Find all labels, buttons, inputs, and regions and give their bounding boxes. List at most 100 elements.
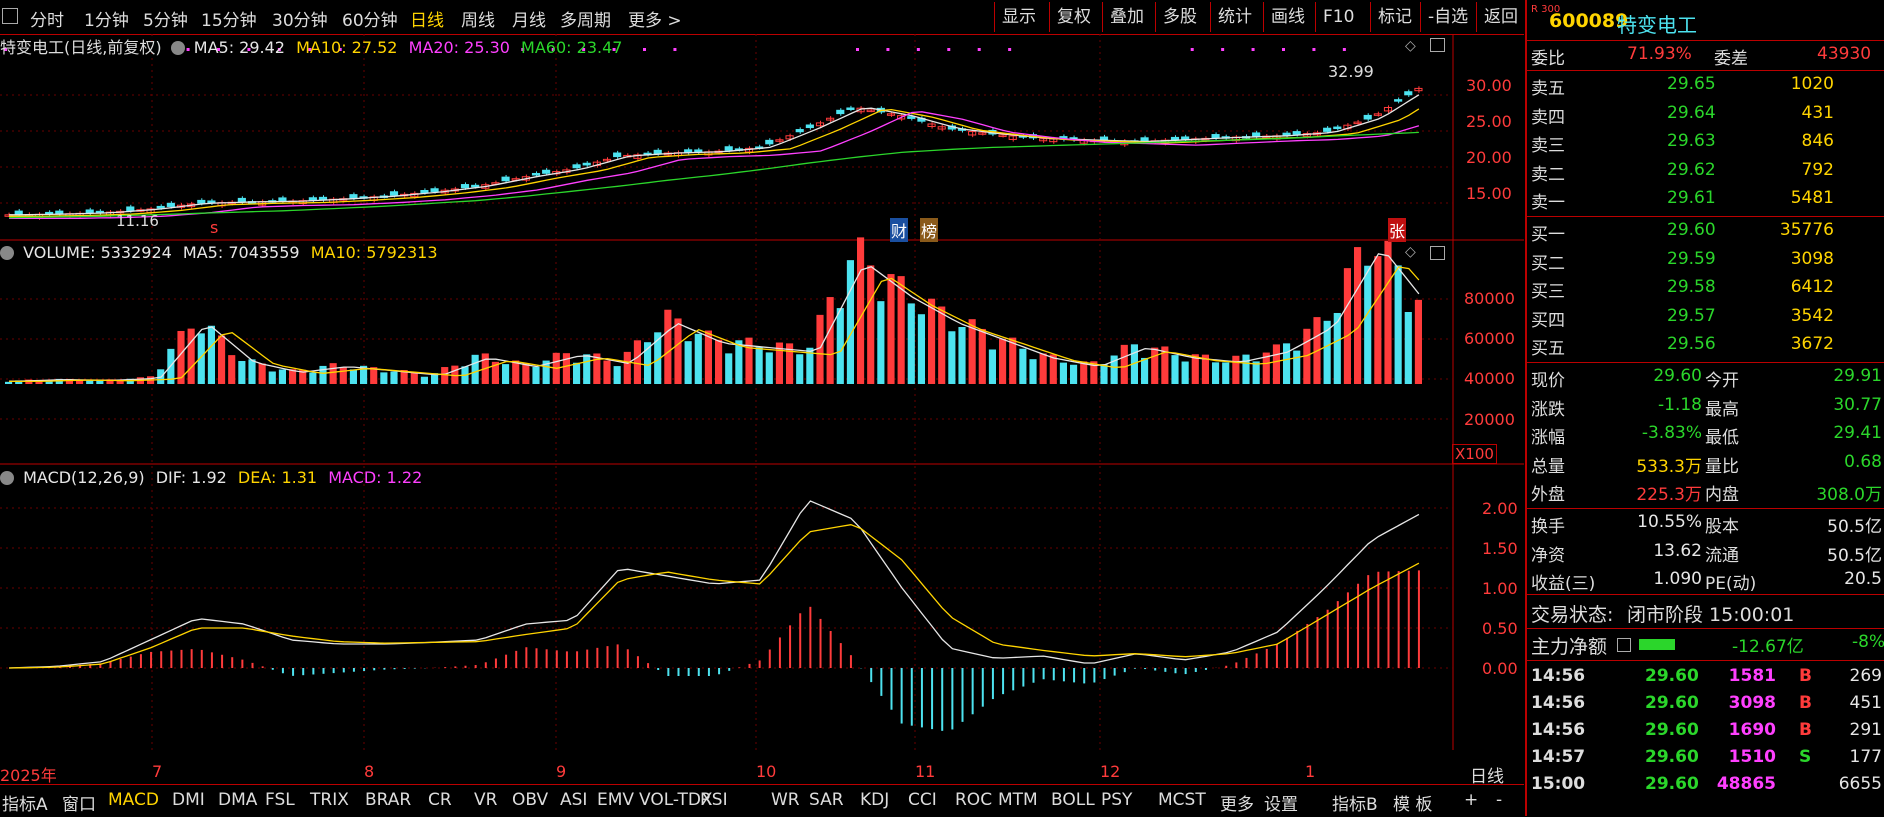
stat-label: 换手 <box>1531 517 1565 537</box>
period-tab-4[interactable]: 30分钟 <box>272 6 328 31</box>
indicator-tab-17[interactable]: KDJ <box>860 790 889 810</box>
toolbar-button-9[interactable]: 返回 <box>1476 2 1525 32</box>
volume-bar <box>583 354 591 384</box>
indicator-tab-22[interactable]: PSY <box>1101 790 1132 810</box>
volume-bar <box>207 325 215 384</box>
menu-toggle-icon[interactable] <box>2 8 18 24</box>
period-tab-0[interactable]: 分时 <box>30 6 64 31</box>
volume-bar <box>512 360 520 384</box>
indicator-tab-16[interactable]: SAR <box>809 790 844 810</box>
indicator-tab-12[interactable]: EMV <box>597 790 634 810</box>
stat-value: 13.62 <box>1653 540 1702 561</box>
indicator-tab-25[interactable]: 设置 <box>1264 790 1298 815</box>
toolbar-button-8[interactable]: -自选 <box>1420 2 1475 32</box>
toolbar-button-6[interactable]: F10 <box>1315 2 1361 32</box>
diamond-icon[interactable]: ◇ <box>1405 244 1416 260</box>
volume-bar <box>704 330 712 384</box>
tick-count: 177 <box>1849 747 1882 767</box>
indicator-tab-18[interactable]: CCI <box>908 790 937 810</box>
indicator-tab-4[interactable]: DMA <box>218 790 257 810</box>
trade-status-label: 交易状态: <box>1531 604 1614 626</box>
candle-body <box>531 172 541 176</box>
level-label: 买一 <box>1531 225 1565 245</box>
indicator-tab-26[interactable]: 指标B <box>1332 790 1378 815</box>
signal-dot <box>1251 48 1255 51</box>
volume-bar <box>420 376 428 384</box>
indicator-tab-15[interactable]: WR <box>771 790 800 810</box>
indicator-tab-23[interactable]: MCST <box>1158 790 1206 810</box>
volume-bar <box>725 353 733 384</box>
period-tab-10[interactable]: 更多 > <box>628 6 682 31</box>
toolbar-button-4[interactable]: 统计 <box>1210 2 1259 32</box>
indicator-tab-5[interactable]: FSL <box>265 790 295 810</box>
indicator-tab-20[interactable]: MTM <box>998 790 1038 810</box>
tick-side: B <box>1799 720 1812 740</box>
indicator-tab-24[interactable]: 更多 <box>1220 790 1254 815</box>
settings-dropdown-icon[interactable] <box>0 246 14 260</box>
indicator-tab-9[interactable]: VR <box>474 790 497 810</box>
limit-up-marker[interactable]: 张 <box>1388 218 1407 242</box>
low-price-label: 11.16 <box>116 212 159 230</box>
settings-dropdown-icon[interactable] <box>170 41 185 55</box>
toolbar-button-5[interactable]: 画线 <box>1263 2 1312 32</box>
level-price: 29.60 <box>1667 220 1716 240</box>
indicator-tab-10[interactable]: OBV <box>512 790 548 810</box>
stock-name[interactable]: 特变电工 <box>1617 9 1697 38</box>
volume-bar <box>1212 362 1220 384</box>
indicator-tab-1[interactable]: 窗口 <box>62 790 96 815</box>
toolbar-button-2[interactable]: 叠加 <box>1102 2 1151 32</box>
candle-body <box>1404 91 1413 96</box>
period-tab-7[interactable]: 周线 <box>461 6 495 31</box>
volume-bar <box>715 339 723 384</box>
volume-bar <box>1171 355 1179 384</box>
stat-label: 量比 <box>1705 456 1739 477</box>
period-tab-8[interactable]: 月线 <box>512 6 546 31</box>
indicator-tab-19[interactable]: ROC <box>955 790 992 810</box>
list-marker[interactable]: 榜 <box>920 218 939 242</box>
volume-bar <box>562 353 570 384</box>
indicator-tab-27[interactable]: 模 板 <box>1393 790 1432 815</box>
toolbar-button-1[interactable]: 复权 <box>1049 2 1098 32</box>
level-label: 卖五 <box>1531 79 1565 99</box>
stat-value: 29.60 <box>1653 366 1702 386</box>
macd-axis-label: 0.00 <box>1482 659 1518 678</box>
stat-value: 20.5 <box>1844 569 1882 589</box>
indicator-tab-2[interactable]: MACD <box>108 790 159 810</box>
candle-body <box>542 169 551 174</box>
indicator-tab-29[interactable]: - <box>1496 790 1502 810</box>
indicator-tab-6[interactable]: TRIX <box>310 790 349 810</box>
period-tab-6[interactable]: 日线 <box>410 6 444 31</box>
toolbar-button-0[interactable]: 显示 <box>994 2 1043 32</box>
window-icon[interactable] <box>1430 246 1445 260</box>
indicator-tab-28[interactable]: + <box>1464 790 1478 810</box>
stat-label: 现价 <box>1531 371 1565 391</box>
candle-body <box>805 124 814 129</box>
list-icon[interactable] <box>1617 638 1631 652</box>
indicator-tab-7[interactable]: BRAR <box>365 790 411 810</box>
period-tab-2[interactable]: 5分钟 <box>143 6 188 31</box>
s-marker[interactable]: s <box>210 218 218 237</box>
window-icon[interactable] <box>1430 38 1445 52</box>
period-tab-3[interactable]: 15分钟 <box>201 6 257 31</box>
toolbar-button-3[interactable]: 多股 <box>1155 2 1204 32</box>
period-tab-9[interactable]: 多周期 <box>560 6 611 31</box>
main-flow-row[interactable]: 主力净额 -12.67亿 -8% <box>1527 630 1884 658</box>
indicator-tab-21[interactable]: BOLL <box>1051 790 1095 810</box>
indicator-tab-11[interactable]: ASI <box>560 790 587 810</box>
indicator-tab-14[interactable]: RSI <box>700 790 728 810</box>
indicator-tab-3[interactable]: DMI <box>172 790 205 810</box>
period-tab-1[interactable]: 1分钟 <box>84 6 129 31</box>
tick-time: 14:57 <box>1531 747 1586 767</box>
level-label: 买五 <box>1531 339 1565 359</box>
diamond-icon[interactable]: ◇ <box>1405 38 1416 54</box>
period-tab-5[interactable]: 60分钟 <box>342 6 398 31</box>
indicator-tab-8[interactable]: CR <box>428 790 452 810</box>
toolbar-button-7[interactable]: 标记 <box>1370 2 1419 32</box>
settings-dropdown-icon[interactable] <box>0 471 14 485</box>
date-axis-label: 1 <box>1305 762 1316 781</box>
volume-bar <box>349 369 357 384</box>
indicator-tab-0[interactable]: 指标A <box>2 790 48 815</box>
signal-dot <box>673 48 677 51</box>
finance-marker[interactable]: 财 <box>890 218 909 242</box>
chart-area[interactable] <box>0 34 1524 750</box>
